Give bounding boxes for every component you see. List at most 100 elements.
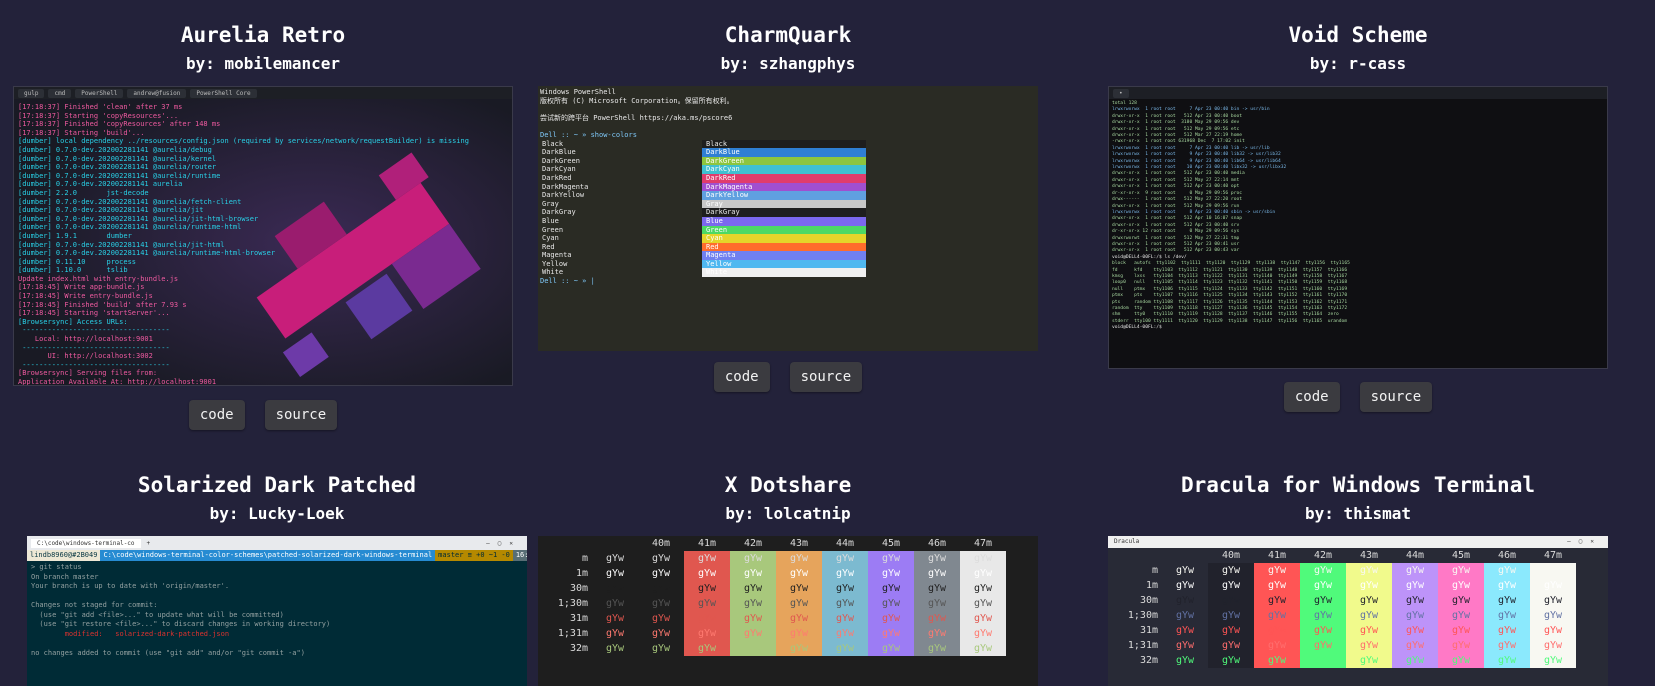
grid-cell: gYw bbox=[1530, 578, 1576, 593]
color-list: Black Black DarkBlue DarkBlue DarkGreen DarkG… bbox=[540, 139, 866, 278]
grid-cell: gYw bbox=[1162, 653, 1208, 668]
terminal-tab[interactable]: cmd bbox=[48, 88, 72, 98]
color-swatch: White bbox=[702, 268, 866, 278]
grid-header: 44m bbox=[1405, 550, 1425, 561]
grid-cell: gYw bbox=[914, 611, 960, 626]
window-title: Dracula bbox=[1114, 538, 1140, 545]
color-name: DarkGreen bbox=[542, 156, 580, 165]
theme-card-dracula: Dracula for Windows Terminal by: thismat… bbox=[1108, 472, 1608, 686]
terminal-tab[interactable]: C:\code\windows-terminal-co bbox=[31, 538, 141, 548]
grid-cell: gYw bbox=[960, 611, 1006, 626]
color-name: DarkBlue bbox=[542, 148, 576, 157]
color-name: Green bbox=[542, 225, 564, 234]
terminal-tab[interactable]: PowerShell bbox=[75, 88, 124, 98]
grid-cell: gYw bbox=[1300, 623, 1346, 638]
terminal-line: Windows PowerShell bbox=[540, 88, 616, 96]
terminal-tab[interactable]: andrew@fusion bbox=[127, 88, 187, 98]
grid-row: 1;30m gYw gYw gYw gYw gYw gYw gYw gYw gYw bbox=[1112, 608, 1576, 623]
grid-cell: gYw bbox=[1254, 593, 1300, 608]
grid-cell: gYw bbox=[1438, 653, 1484, 668]
grid-cell: gYw bbox=[1530, 653, 1576, 668]
grid-cell: gYw bbox=[960, 641, 1006, 656]
source-button[interactable]: source bbox=[264, 400, 338, 430]
terminal-line: shm tty0 tty1110 tty1119 tty1128 tty1137… bbox=[1112, 312, 1339, 318]
grid-cell: gYw bbox=[868, 596, 914, 611]
grid-cell: gYw bbox=[1162, 578, 1208, 593]
theme-author: by: mobilemancer bbox=[185, 54, 341, 73]
grid-cell: gYw bbox=[592, 641, 638, 656]
color-row: Cyan Cyan bbox=[540, 234, 866, 243]
prompt-bar: lindb8960@#2B049 C:\code\windows-termina… bbox=[27, 550, 527, 561]
grid-cell: gYw bbox=[868, 551, 914, 566]
theme-card-x-dotshare: X Dotshare by: lolcatnip 40m 41m 42m 43m 44m… bbox=[538, 472, 1038, 686]
grid-cell: gYw bbox=[1162, 608, 1208, 623]
terminal-tab[interactable]: gulp bbox=[18, 88, 45, 98]
color-swatch: DarkMagenta bbox=[702, 182, 866, 192]
prompt-time: 16:35 bbox=[512, 550, 527, 561]
terminal-line: ----------------------------------- bbox=[18, 326, 170, 335]
grid-cell: gYw bbox=[1484, 638, 1530, 653]
theme-author: by: r-cass bbox=[1309, 54, 1407, 73]
color-name: Blue bbox=[542, 216, 559, 225]
color-row: DarkGreen DarkGreen bbox=[540, 156, 866, 166]
terminal-line: [dumber] local dependency ../resources/c… bbox=[18, 137, 469, 146]
color-swatch: Blue bbox=[702, 216, 866, 226]
grid-cell: gYw bbox=[592, 611, 638, 626]
theme-preview-screenshot: Dracula –▢✕ 40m 41m 42m 43m 44m 45m 46m 47m m gYw… bbox=[1108, 536, 1608, 686]
grid-row-label: 1m bbox=[1145, 580, 1158, 591]
source-button[interactable]: source bbox=[1359, 382, 1433, 412]
grid-cell: gYw bbox=[638, 566, 684, 581]
grid-row: 31m gYw gYw gYw gYw gYw gYw gYw gYw gYw bbox=[542, 611, 1006, 626]
color-name: DarkMagenta bbox=[542, 182, 589, 191]
grid-cell: gYw bbox=[1392, 608, 1438, 623]
terminal-tab[interactable]: PowerShell Core bbox=[190, 88, 257, 98]
window-controls-icon[interactable]: –▢✕ bbox=[486, 540, 527, 547]
grid-cell: gYw bbox=[1392, 578, 1438, 593]
grid-cell: gYw bbox=[914, 596, 960, 611]
grid-cell: gYw bbox=[1208, 578, 1254, 593]
code-button[interactable]: code bbox=[713, 362, 770, 392]
grid-cell: gYw bbox=[1162, 623, 1208, 638]
grid-row: 31m gYw gYw gYw gYw gYw gYw gYw gYw gYw bbox=[1112, 623, 1576, 638]
grid-cell: gYw bbox=[960, 566, 1006, 581]
grid-cell: gYw bbox=[638, 581, 684, 596]
grid-row: 30m gYw gYw gYw gYw gYw gYw gYw gYw gYw bbox=[1112, 593, 1576, 608]
window-title-bar: Dracula –▢✕ bbox=[1108, 536, 1608, 548]
grid-cell: gYw bbox=[1346, 608, 1392, 623]
color-name: Red bbox=[542, 242, 555, 251]
theme-preview-screenshot: 40m 41m 42m 43m 44m 45m 46m 47m m gYw gYw gYw gYw gYw… bbox=[538, 536, 1038, 686]
terminal-line: [17:18:37] Starting 'build'... bbox=[18, 128, 145, 137]
grid-header: 47m bbox=[973, 538, 993, 549]
terminal-output: > git status On branch master Your branch … bbox=[31, 563, 330, 658]
grid-cell: gYw bbox=[1346, 563, 1392, 578]
grid-cell: gYw bbox=[592, 596, 638, 611]
code-button[interactable]: code bbox=[1283, 382, 1340, 412]
code-button[interactable]: code bbox=[188, 400, 245, 430]
grid-header-row: 40m 41m 42m 43m 44m 45m 46m 47m bbox=[1112, 548, 1576, 563]
color-swatch: Cyan bbox=[702, 234, 866, 243]
grid-header bbox=[592, 536, 638, 551]
new-tab-icon[interactable]: + bbox=[147, 540, 151, 547]
grid-cell: gYw bbox=[1484, 563, 1530, 578]
color-swatch: DarkGreen bbox=[702, 156, 866, 166]
grid-row-label: 1;31m bbox=[1127, 640, 1158, 651]
grid-row-label: 32m bbox=[569, 643, 588, 654]
grid-cell: gYw bbox=[1438, 593, 1484, 608]
grid-cell: gYw bbox=[1254, 623, 1300, 638]
color-swatch: DarkGray bbox=[702, 208, 866, 217]
grid-cell: gYw bbox=[684, 581, 730, 596]
grid-header: 41m bbox=[1267, 550, 1287, 561]
theme-title: X Dotshare bbox=[724, 473, 852, 497]
window-controls-icon[interactable]: –▢✕ bbox=[1567, 536, 1608, 548]
grid-cell: gYw bbox=[1346, 623, 1392, 638]
terminal-line: [dumber] 0.7.0-dev.202002281141 @aurelia… bbox=[18, 145, 212, 154]
grid-cell: gYw bbox=[822, 566, 868, 581]
grid-row-label: 30m bbox=[569, 583, 588, 594]
theme-preview-screenshot: gulp cmd PowerShell andrew@fusion PowerShell… bbox=[13, 86, 513, 386]
color-name: DarkRed bbox=[542, 173, 572, 182]
prompt-branch: master ≡ +0 ~1 -0 bbox=[435, 550, 513, 561]
terminal-line: [dumber] 0.7.0-dev.202002281141 aurelia bbox=[18, 180, 183, 189]
color-row: Yellow Yellow bbox=[540, 259, 866, 269]
terminal-line: [dumber] 0.7.0-dev.202002281141 @aurelia… bbox=[18, 223, 242, 232]
source-button[interactable]: source bbox=[789, 362, 863, 392]
